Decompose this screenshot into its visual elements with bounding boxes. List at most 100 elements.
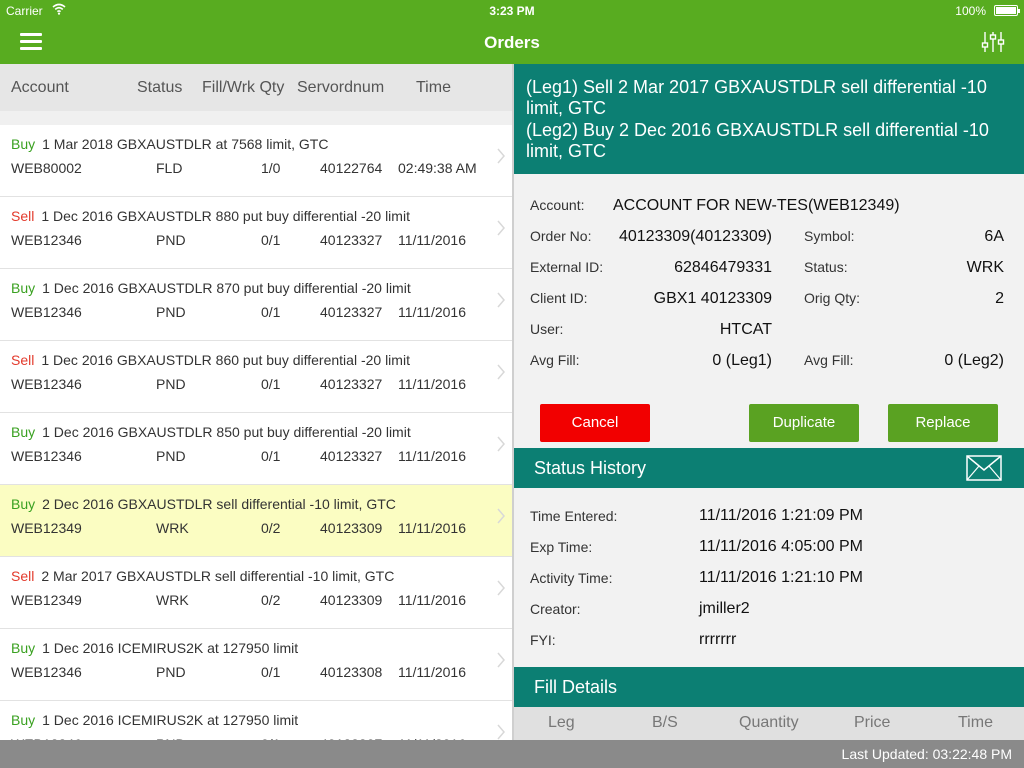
order-row[interactable]: Sell 1 Dec 2016 GBXAUSTDLR 880 put buy di… (0, 197, 512, 269)
order-status: PND (156, 376, 186, 392)
order-time: 11/11/2016 (398, 232, 466, 248)
leg1-description: (Leg1) Sell 2 Mar 2017 GBXAUSTDLR sell d… (526, 77, 987, 118)
time-entered-label: Time Entered: (530, 508, 618, 524)
order-row[interactable]: Buy 1 Dec 2016 GBXAUSTDLR 870 put buy dif… (0, 269, 512, 341)
order-time: 11/11/2016 (398, 664, 466, 680)
order-description: 1 Dec 2016 GBXAUSTDLR 870 put buy differ… (42, 280, 411, 296)
orig-qty-value: 2 (995, 290, 1004, 307)
order-detail-header: (Leg1) Sell 2 Mar 2017 GBXAUSTDLR sell d… (514, 64, 1024, 174)
order-status: WRK (156, 592, 189, 608)
external-id-label: External ID: (530, 259, 604, 275)
order-row[interactable]: Buy 1 Dec 2016 ICEMIRUS2K at 127950 limit… (0, 629, 512, 701)
status-bar: Carrier 3:23 PM 100% (0, 0, 1024, 22)
status-value: WRK (966, 259, 1004, 276)
order-description: 2 Dec 2016 GBXAUSTDLR sell differential … (42, 496, 396, 512)
order-description-line: Buy 1 Dec 2016 GBXAUSTDLR 870 put buy dif… (11, 280, 411, 296)
order-side: Sell (11, 208, 35, 224)
order-row[interactable]: Sell 1 Dec 2016 GBXAUSTDLR 860 put buy di… (0, 341, 512, 413)
cancel-button[interactable]: Cancel (540, 404, 650, 442)
order-time: 11/11/2016 (398, 304, 466, 320)
order-servordnum: 40123327 (320, 448, 383, 464)
col-status[interactable]: Status (137, 79, 182, 97)
order-account: WEB12346 (11, 448, 82, 464)
order-servordnum: 40123327 (320, 304, 383, 320)
replace-button[interactable]: Replace (888, 404, 998, 442)
order-row[interactable]: Buy 2 Dec 2016 GBXAUSTDLR sell differenti… (0, 485, 512, 557)
chevron-right-icon (497, 580, 505, 596)
col-servordnum[interactable]: Servordnum (297, 79, 384, 97)
nav-bar: Orders (0, 22, 1024, 64)
order-account: WEB12346 (11, 232, 82, 248)
order-fill-wrk-qty: 0/1 (261, 232, 281, 248)
order-side: Buy (11, 280, 36, 296)
order-description: 1 Mar 2018 GBXAUSTDLR at 7568 limit, GTC (42, 136, 329, 152)
order-row[interactable]: Buy 1 Dec 2016 ICEMIRUS2K at 127950 limit… (0, 701, 512, 740)
order-description: 2 Mar 2017 GBXAUSTDLR sell differential … (41, 568, 395, 584)
fill-details-title: Fill Details (534, 677, 618, 697)
order-servordnum: 40122764 (320, 160, 383, 176)
order-description-line: Buy 1 Dec 2016 ICEMIRUS2K at 127950 limit (11, 640, 298, 656)
order-side: Buy (11, 640, 36, 656)
col-fill-wrk-qty[interactable]: Fill/Wrk Qty (202, 79, 284, 97)
order-status: PND (156, 664, 186, 680)
avg-fill-label-2: Avg Fill: (804, 352, 854, 368)
orders-panel: Account Status Fill/Wrk Qty Servordnum T… (0, 64, 512, 740)
order-servordnum: 40123308 (320, 664, 383, 680)
order-side: Buy (11, 496, 36, 512)
order-fill-wrk-qty: 0/1 (261, 376, 281, 392)
order-side: Buy (11, 136, 36, 152)
account-label: Account: (530, 197, 585, 213)
fill-col-bs: B/S (652, 714, 678, 731)
order-time: 11/11/2016 (398, 592, 466, 608)
order-row[interactable]: Buy 1 Mar 2018 GBXAUSTDLR at 7568 limit, … (0, 125, 512, 197)
order-description-line: Buy 2 Dec 2016 GBXAUSTDLR sell differenti… (11, 496, 396, 512)
order-description: 1 Dec 2016 ICEMIRUS2K at 127950 limit (42, 712, 299, 728)
order-fill-wrk-qty: 0/1 (261, 304, 281, 320)
col-time[interactable]: Time (416, 79, 451, 97)
order-fill-wrk-qty: 1/0 (261, 160, 281, 176)
order-fill-wrk-qty: 0/2 (261, 520, 281, 536)
page-title: Orders (484, 33, 540, 52)
exp-time-value: 11/11/2016 4:05:00 PM (699, 538, 863, 555)
avg-fill-leg1-value: 0 (Leg1) (712, 352, 772, 369)
chevron-right-icon (497, 292, 505, 308)
account-value: ACCOUNT FOR NEW-TES(WEB12349) (613, 197, 900, 214)
last-updated: Last Updated: 03:22:48 PM (841, 746, 1012, 762)
order-row[interactable]: Sell 2 Mar 2017 GBXAUSTDLR sell different… (0, 557, 512, 629)
activity-time-label: Activity Time: (530, 570, 613, 586)
order-account: WEB12346 (11, 376, 82, 392)
order-row[interactable]: Buy 1 Dec 2016 GBXAUSTDLR 850 put buy dif… (0, 413, 512, 485)
chevron-right-icon (497, 364, 505, 380)
order-time: 11/11/2016 (398, 448, 466, 464)
time-entered-value: 11/11/2016 1:21:09 PM (699, 507, 863, 524)
order-servordnum: 40123309 (320, 592, 383, 608)
order-description: 1 Dec 2016 GBXAUSTDLR 850 put buy differ… (42, 424, 411, 440)
order-description-line: Buy 1 Mar 2018 GBXAUSTDLR at 7568 limit, … (11, 136, 328, 152)
order-status: PND (156, 448, 186, 464)
status-label: Status: (804, 259, 848, 275)
order-side: Buy (11, 712, 36, 728)
sliders-filter-icon[interactable] (980, 29, 1006, 55)
col-account[interactable]: Account (11, 79, 69, 97)
orders-list: Buy 1 Mar 2018 GBXAUSTDLR at 7568 limit, … (0, 125, 512, 740)
fyi-label: FYI: (530, 632, 556, 648)
symbol-value: 6A (984, 228, 1004, 245)
order-status: PND (156, 232, 186, 248)
order-side: Sell (11, 568, 35, 584)
order-description-line: Sell 1 Dec 2016 GBXAUSTDLR 860 put buy di… (11, 352, 410, 368)
duplicate-button[interactable]: Duplicate (749, 404, 859, 442)
order-description: 1 Dec 2016 ICEMIRUS2K at 127950 limit (42, 640, 299, 656)
user-value: HTCAT (719, 321, 772, 338)
order-side: Buy (11, 424, 36, 440)
fill-col-time: Time (958, 714, 993, 731)
order-status: PND (156, 304, 186, 320)
battery-icon (994, 5, 1020, 16)
envelope-icon[interactable] (966, 455, 1002, 481)
user-label: User: (530, 321, 564, 337)
chevron-right-icon (497, 724, 505, 740)
order-description: 1 Dec 2016 GBXAUSTDLR 880 put buy differ… (41, 208, 410, 224)
battery-percent: 100% (955, 4, 986, 18)
order-description-line: Buy 1 Dec 2016 ICEMIRUS2K at 127950 limit (11, 712, 298, 728)
order-status: WRK (156, 520, 189, 536)
order-description-line: Sell 1 Dec 2016 GBXAUSTDLR 880 put buy di… (11, 208, 410, 224)
